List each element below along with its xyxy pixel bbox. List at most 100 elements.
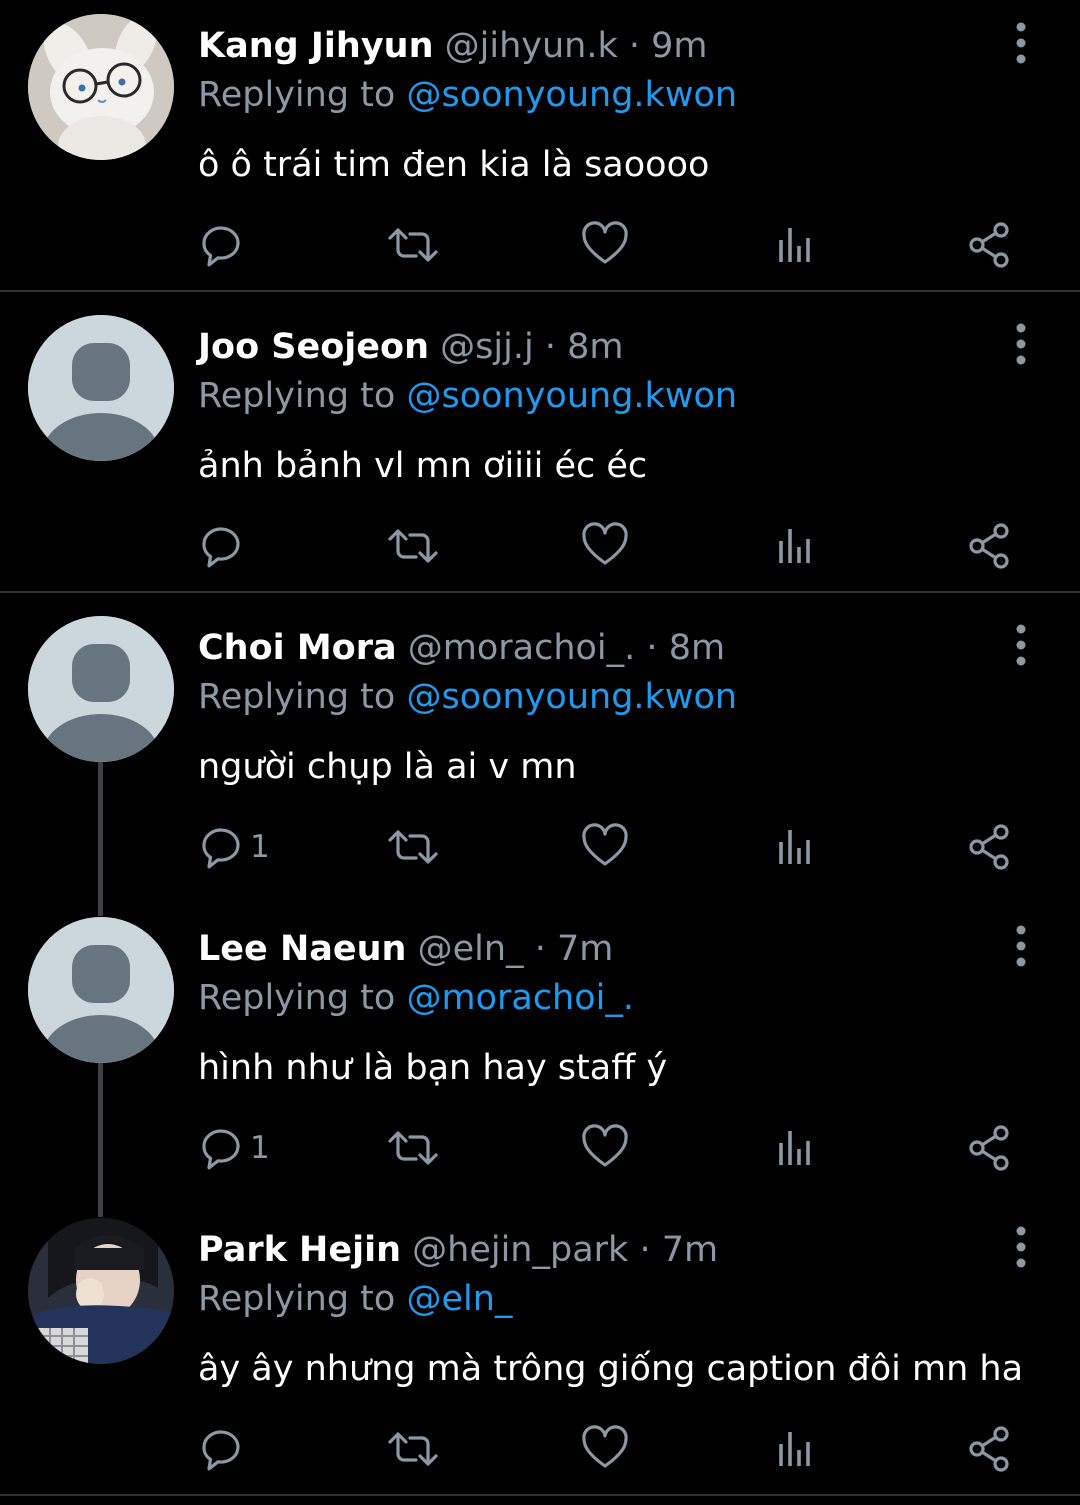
share-button[interactable] bbox=[964, 218, 1014, 272]
share-button[interactable] bbox=[964, 1121, 1014, 1175]
tweet-header: Lee Naeun @eln_ · 7m bbox=[198, 923, 613, 975]
share-icon bbox=[969, 824, 1009, 870]
replying-to-mention[interactable]: @soonyoung.kwon bbox=[406, 376, 737, 416]
timestamp[interactable]: 8m bbox=[669, 628, 725, 668]
retweet-button[interactable] bbox=[386, 218, 440, 272]
more-vertical-icon bbox=[1016, 22, 1026, 64]
tweet-header: Choi Mora @morachoi_. · 8m bbox=[198, 622, 725, 674]
tweet-text: hình như là bạn hay staff ý bbox=[198, 1048, 668, 1088]
reply-tweet[interactable]: Lee Naeun @eln_ · 7m Replying to @morach… bbox=[0, 903, 1080, 1204]
timestamp[interactable]: 8m bbox=[567, 327, 623, 367]
like-button[interactable] bbox=[580, 218, 630, 272]
separator-dot: · bbox=[628, 26, 641, 66]
tweet-header: Joo Seojeon @sjj.j · 8m bbox=[198, 321, 623, 373]
reply-icon bbox=[202, 226, 240, 267]
display-name[interactable]: Park Hejin bbox=[198, 1230, 401, 1270]
retweet-button[interactable] bbox=[386, 1422, 440, 1476]
views-icon bbox=[779, 830, 810, 864]
share-button[interactable] bbox=[964, 820, 1014, 874]
reply-icon bbox=[202, 1129, 240, 1170]
replying-to-mention[interactable]: @soonyoung.kwon bbox=[406, 75, 737, 115]
like-button[interactable] bbox=[580, 1422, 630, 1476]
reply-button[interactable] bbox=[198, 218, 250, 272]
share-button[interactable] bbox=[964, 519, 1014, 573]
more-options-button[interactable] bbox=[1000, 18, 1042, 68]
handle[interactable]: @morachoi_. bbox=[408, 628, 636, 668]
reply-icon bbox=[202, 527, 240, 568]
views-button[interactable] bbox=[772, 1121, 818, 1175]
girl-selfie-photo bbox=[28, 1218, 174, 1364]
retweet-button[interactable] bbox=[386, 519, 440, 573]
replying-to-mention[interactable]: @soonyoung.kwon bbox=[406, 677, 737, 717]
reply-count: 1 bbox=[250, 829, 270, 865]
replying-to-label: Replying to bbox=[198, 376, 396, 416]
views-button[interactable] bbox=[772, 820, 818, 874]
reply-icon bbox=[202, 828, 240, 869]
avatar[interactable] bbox=[28, 917, 174, 1063]
reply-button[interactable]: 1 bbox=[198, 820, 270, 874]
retweet-icon bbox=[388, 830, 438, 864]
action-bar: 1 bbox=[0, 1101, 1080, 1197]
display-name[interactable]: Lee Naeun bbox=[198, 929, 406, 969]
retweet-button[interactable] bbox=[386, 1121, 440, 1175]
default-avatar-icon bbox=[28, 315, 174, 461]
more-options-button[interactable] bbox=[1000, 1222, 1042, 1272]
tweet-text: ây ây nhưng mà trông giống caption đôi m… bbox=[198, 1349, 1024, 1389]
plush-bunny-with-glasses-photo bbox=[28, 14, 174, 160]
reply-tweet[interactable]: Kang Jihyun @jihyun.k · 9m Replying to @… bbox=[0, 0, 1080, 301]
replying-to-mention[interactable]: @eln_ bbox=[406, 1279, 512, 1319]
like-button[interactable] bbox=[580, 519, 630, 573]
reply-button[interactable] bbox=[198, 1422, 250, 1476]
share-icon bbox=[969, 523, 1009, 569]
handle[interactable]: @hejin_park bbox=[412, 1230, 628, 1270]
separator-dot: · bbox=[544, 327, 556, 367]
separator-dot: · bbox=[534, 929, 546, 969]
views-icon bbox=[779, 1432, 810, 1466]
share-icon bbox=[969, 222, 1009, 268]
display-name[interactable]: Joo Seojeon bbox=[198, 327, 429, 367]
display-name[interactable]: Choi Mora bbox=[198, 628, 397, 668]
tweet-header: Park Hejin @hejin_park · 7m bbox=[198, 1224, 718, 1276]
like-button[interactable] bbox=[580, 1121, 630, 1175]
retweet-button[interactable] bbox=[386, 820, 440, 874]
replying-to-mention[interactable]: @morachoi_. bbox=[406, 978, 634, 1018]
heart-icon bbox=[582, 1124, 628, 1167]
action-bar bbox=[0, 1402, 1080, 1498]
timestamp[interactable]: 9m bbox=[651, 26, 707, 66]
action-bar: 1 bbox=[0, 800, 1080, 896]
more-options-button[interactable] bbox=[1000, 921, 1042, 971]
avatar[interactable] bbox=[28, 14, 174, 160]
like-button[interactable] bbox=[580, 820, 630, 874]
views-button[interactable] bbox=[772, 519, 818, 573]
reply-tweet[interactable]: Park Hejin @hejin_park · 7m Replying to … bbox=[0, 1204, 1080, 1505]
reply-button[interactable]: 1 bbox=[198, 1121, 270, 1175]
reply-tweet[interactable]: Choi Mora @morachoi_. · 8m Replying to @… bbox=[0, 602, 1080, 903]
default-avatar-icon bbox=[28, 616, 174, 762]
more-vertical-icon bbox=[1016, 1226, 1026, 1268]
views-icon bbox=[779, 529, 810, 563]
replying-to-line: Replying to @soonyoung.kwon bbox=[198, 70, 737, 120]
timestamp[interactable]: 7m bbox=[557, 929, 613, 969]
share-icon bbox=[969, 1426, 1009, 1472]
heart-icon bbox=[582, 221, 628, 264]
reply-button[interactable] bbox=[198, 519, 250, 573]
avatar[interactable] bbox=[28, 315, 174, 461]
display-name[interactable]: Kang Jihyun bbox=[198, 26, 433, 66]
share-button[interactable] bbox=[964, 1422, 1014, 1476]
share-icon bbox=[969, 1125, 1009, 1171]
more-options-button[interactable] bbox=[1000, 319, 1042, 369]
views-button[interactable] bbox=[772, 218, 818, 272]
handle[interactable]: @sjj.j bbox=[440, 327, 534, 367]
avatar[interactable] bbox=[28, 616, 174, 762]
handle[interactable]: @eln_ bbox=[418, 929, 524, 969]
reply-tweet[interactable]: Joo Seojeon @sjj.j · 8m Replying to @soo… bbox=[0, 301, 1080, 602]
handle[interactable]: @jihyun.k bbox=[445, 26, 618, 66]
more-options-button[interactable] bbox=[1000, 620, 1042, 670]
timestamp[interactable]: 7m bbox=[662, 1230, 718, 1270]
default-avatar-icon bbox=[28, 917, 174, 1063]
views-button[interactable] bbox=[772, 1422, 818, 1476]
replying-to-line: Replying to @morachoi_. bbox=[198, 973, 634, 1023]
action-bar bbox=[0, 198, 1080, 294]
action-bar bbox=[0, 499, 1080, 595]
avatar[interactable] bbox=[28, 1218, 174, 1364]
